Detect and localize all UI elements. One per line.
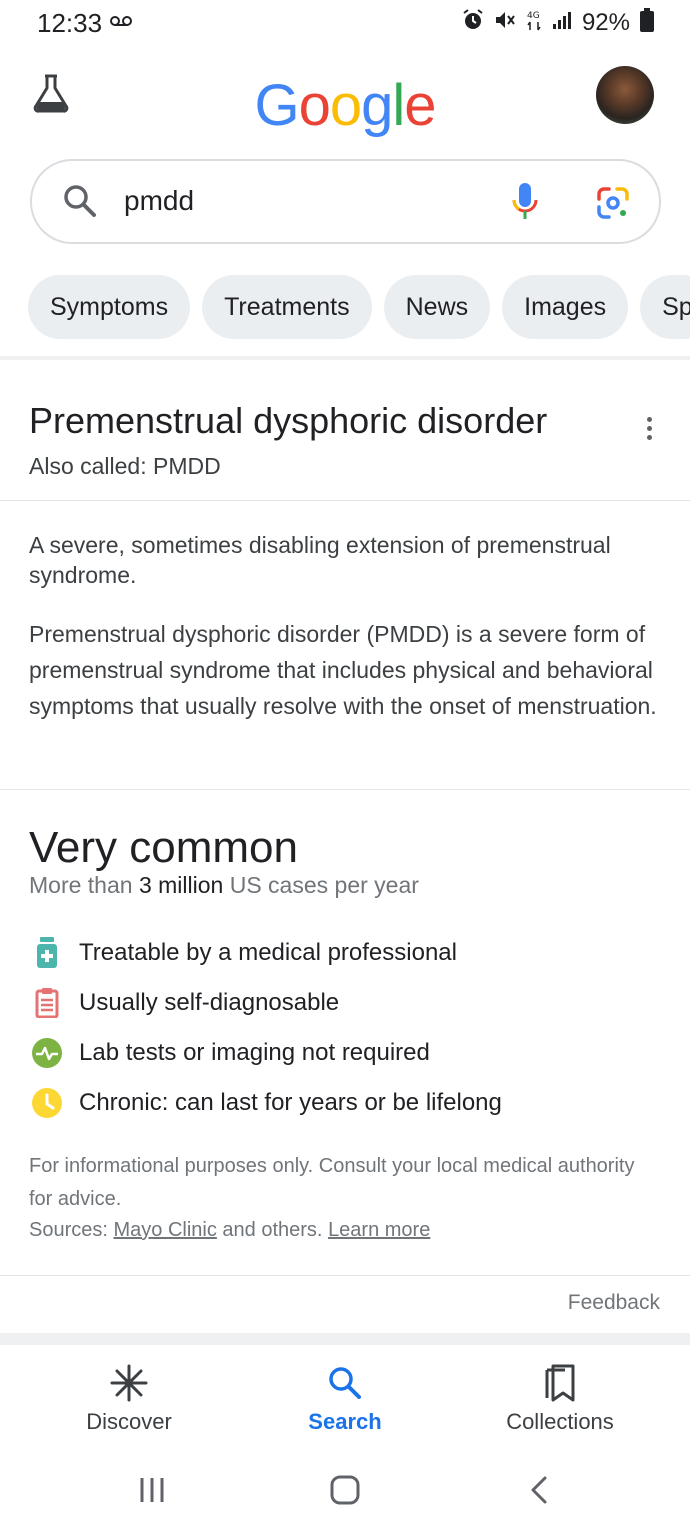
search-icon (245, 1363, 445, 1403)
nav-search[interactable]: Search (245, 1363, 445, 1435)
logo-letter: g (361, 73, 393, 138)
mute-icon (494, 9, 516, 36)
panel-also-called: Also called: PMDD (29, 453, 221, 479)
status-time: 12:33 (37, 8, 103, 38)
search-icon (62, 183, 98, 224)
frequency-prefix: More than (29, 872, 133, 898)
list-item: Chronic: can last for years or be lifelo… (29, 1078, 502, 1128)
asterisk-icon (29, 1363, 229, 1403)
logo-letter: G (254, 73, 299, 138)
divider (0, 500, 690, 501)
filter-chips: Symptoms Treatments News Images Sp (28, 275, 690, 339)
facts-list: Treatable by a medical professional Usua… (29, 928, 502, 1128)
list-item: Lab tests or imaging not required (29, 1028, 502, 1078)
back-icon[interactable] (528, 1475, 550, 1510)
clipboard-icon (29, 985, 65, 1021)
section-divider (0, 1333, 690, 1345)
chip-treatments[interactable]: Treatments (202, 275, 372, 339)
nav-discover[interactable]: Discover (29, 1363, 229, 1435)
frequency-suffix: US cases per year (229, 872, 419, 898)
voice-search-mic-icon[interactable] (510, 181, 540, 228)
battery-icon (640, 8, 654, 37)
collections-bookmark-icon (460, 1363, 660, 1403)
chip-symptoms[interactable]: Symptoms (28, 275, 191, 339)
bottom-navigation: Discover Search Collections (0, 1345, 690, 1455)
nav-label: Collections (506, 1409, 614, 1434)
clock-icon (29, 1085, 65, 1121)
medicine-bottle-icon (29, 935, 65, 971)
frequency-subtext: More than 3 million US cases per year (29, 872, 419, 899)
learn-more-link[interactable]: Learn more (328, 1219, 430, 1241)
signal-icon (552, 10, 572, 35)
alarm-icon (462, 9, 484, 36)
source-link-mayo-clinic[interactable]: Mayo Clinic (114, 1219, 217, 1241)
panel-title: Premenstrual dysphoric disorder (29, 400, 548, 441)
short-description: A severe, sometimes disabling extension … (29, 532, 611, 588)
account-avatar[interactable] (596, 66, 654, 124)
google-lens-icon[interactable] (595, 185, 631, 226)
sources-prefix: Sources: (29, 1219, 108, 1241)
logo-letter: o (298, 73, 331, 138)
frequency-heading: Very common (29, 823, 298, 872)
data-icon: 4G (526, 8, 542, 37)
svg-text:4G: 4G (527, 11, 540, 21)
section-divider (0, 356, 690, 360)
logo-letter: l (392, 73, 405, 138)
divider (0, 789, 690, 790)
feedback-link[interactable]: Feedback (568, 1291, 660, 1315)
pulse-icon (29, 1035, 65, 1071)
chip-images[interactable]: Images (502, 275, 629, 339)
search-box[interactable] (30, 159, 661, 244)
frequency-count: 3 million (138, 872, 224, 898)
logo-letter: o (329, 73, 362, 138)
voicemail-icon (110, 14, 132, 33)
fact-text: Treatable by a medical professional (79, 939, 457, 966)
sources: Sources: Mayo Clinic and others. Learn m… (29, 1214, 430, 1247)
nav-label: Discover (86, 1409, 172, 1434)
disclaimer: For informational purposes only. Consult… (29, 1155, 635, 1210)
status-icons: 4G 92% (462, 8, 654, 37)
list-item: Usually self-diagnosable (29, 978, 502, 1028)
chip-news[interactable]: News (383, 275, 491, 339)
search-input[interactable] (124, 179, 484, 223)
system-navigation-bar (0, 1455, 690, 1533)
fact-text: Usually self-diagnosable (79, 989, 340, 1016)
divider (0, 1275, 690, 1276)
list-item: Treatable by a medical professional (29, 928, 502, 978)
long-description: Premenstrual dysphoric disorder (PMDD) i… (29, 621, 657, 719)
battery-percent: 92% (581, 8, 630, 36)
sources-middle: and others. (222, 1219, 323, 1241)
recent-apps-icon[interactable] (138, 1475, 166, 1510)
fact-text: Lab tests or imaging not required (79, 1039, 430, 1066)
home-icon[interactable] (329, 1474, 361, 1511)
google-logo: Google (0, 72, 690, 139)
chip-more[interactable]: Sp (640, 275, 690, 339)
status-bar: 12:33 4G 92% (0, 0, 690, 50)
more-options-icon[interactable] (640, 414, 658, 444)
nav-collections[interactable]: Collections (460, 1363, 660, 1435)
fact-text: Chronic: can last for years or be lifelo… (79, 1089, 502, 1116)
nav-label: Search (308, 1409, 382, 1434)
logo-letter: e (404, 73, 436, 138)
